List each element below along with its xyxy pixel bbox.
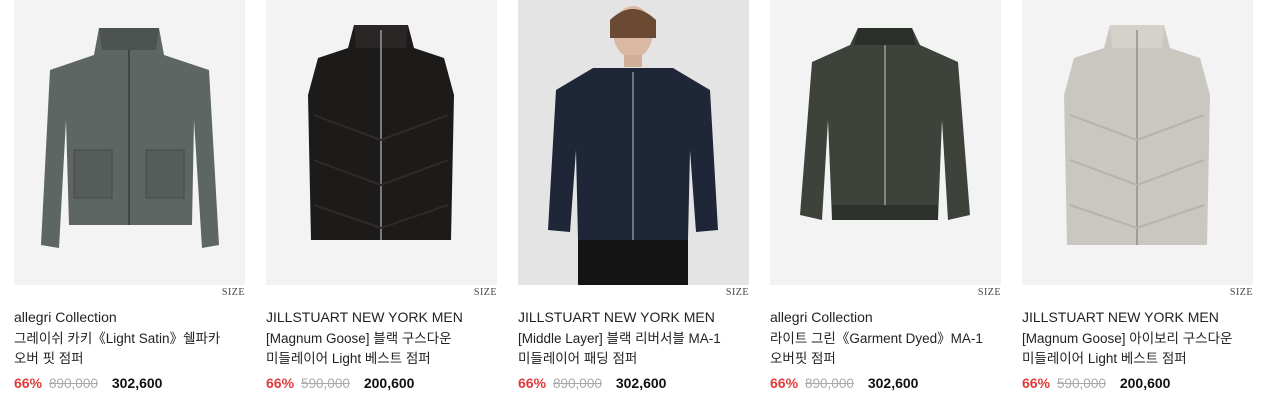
product-name[interactable]: [Magnum Goose] 블랙 구스다운 미들레이어 Light 베스트 점… (266, 329, 497, 369)
size-link[interactable]: SIZE (474, 287, 497, 298)
product-card[interactable]: SIZE allegri Collection 라이트 그린《Garment D… (770, 0, 1001, 391)
size-link[interactable]: SIZE (222, 287, 245, 298)
product-image[interactable] (1022, 0, 1253, 285)
product-name[interactable]: [Magnum Goose] 아이보리 구스다운 미들레이어 Light 베스트… (1022, 329, 1253, 369)
jacket-image (14, 0, 245, 285)
product-card[interactable]: SIZE JILLSTUART NEW YORK MEN [Middle Lay… (518, 0, 749, 391)
discount-rate: 66% (518, 375, 547, 391)
product-card[interactable]: SIZE JILLSTUART NEW YORK MEN [Magnum Goo… (1022, 0, 1253, 391)
size-link[interactable]: SIZE (726, 287, 749, 298)
sale-price: 200,600 (1119, 375, 1171, 391)
product-image[interactable] (14, 0, 245, 285)
price-row: 66% 590,000 200,600 (266, 375, 414, 391)
product-card[interactable]: SIZE allegri Collection 그레이쉬 카키《Light Sa… (14, 0, 245, 391)
brand-name[interactable]: allegri Collection (770, 309, 873, 325)
vest-image (1022, 0, 1253, 285)
product-image[interactable] (266, 0, 497, 285)
model-jacket-image (518, 0, 749, 285)
original-price: 890,000 (49, 376, 98, 391)
price-row: 66% 590,000 200,600 (1022, 375, 1170, 391)
product-card[interactable]: SIZE JILLSTUART NEW YORK MEN [Magnum Goo… (266, 0, 497, 391)
price-row: 66% 890,000 302,600 (770, 375, 918, 391)
product-image[interactable] (770, 0, 1001, 285)
product-name[interactable]: 라이트 그린《Garment Dyed》MA-1 오버핏 점퍼 (770, 329, 1001, 369)
discount-rate: 66% (266, 375, 295, 391)
sale-price: 302,600 (615, 375, 667, 391)
bomber-image (770, 0, 1001, 285)
brand-name[interactable]: JILLSTUART NEW YORK MEN (266, 309, 463, 325)
sale-price: 200,600 (363, 375, 415, 391)
original-price: 890,000 (553, 376, 602, 391)
discount-rate: 66% (770, 375, 799, 391)
product-image[interactable] (518, 0, 749, 285)
sale-price: 302,600 (867, 375, 919, 391)
product-grid: SIZE allegri Collection 그레이쉬 카키《Light Sa… (0, 0, 1266, 420)
price-row: 66% 890,000 302,600 (14, 375, 162, 391)
product-name[interactable]: 그레이쉬 카키《Light Satin》쉘파카 오버 핏 점퍼 (14, 329, 245, 369)
size-link[interactable]: SIZE (1230, 287, 1253, 298)
original-price: 590,000 (1057, 376, 1106, 391)
vest-image (266, 0, 497, 285)
sale-price: 302,600 (111, 375, 163, 391)
product-name[interactable]: [Middle Layer] 블랙 리버서블 MA-1 미들레이어 패딩 점퍼 (518, 329, 749, 369)
original-price: 590,000 (301, 376, 350, 391)
discount-rate: 66% (14, 375, 43, 391)
brand-name[interactable]: allegri Collection (14, 309, 117, 325)
brand-name[interactable]: JILLSTUART NEW YORK MEN (518, 309, 715, 325)
size-link[interactable]: SIZE (978, 287, 1001, 298)
brand-name[interactable]: JILLSTUART NEW YORK MEN (1022, 309, 1219, 325)
original-price: 890,000 (805, 376, 854, 391)
discount-rate: 66% (1022, 375, 1051, 391)
price-row: 66% 890,000 302,600 (518, 375, 666, 391)
